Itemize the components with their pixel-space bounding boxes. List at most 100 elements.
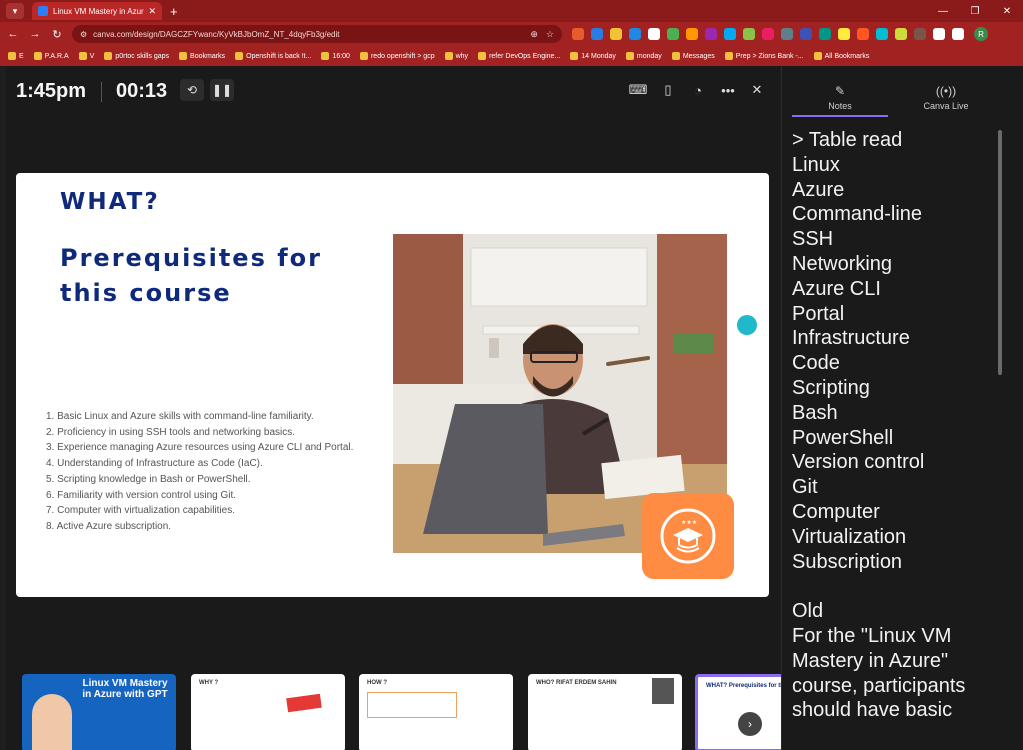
bookmark-item[interactable]: Bookmarks xyxy=(179,52,225,60)
keyboard-icon[interactable]: ⌨ xyxy=(626,79,650,101)
extension-icon[interactable] xyxy=(895,28,907,40)
bookmark-item[interactable]: p0rtoc skills gaps xyxy=(104,52,169,60)
more-options-icon[interactable]: ••• xyxy=(716,79,740,101)
list-item: 2. Proficiency in using SSH tools and ne… xyxy=(46,426,296,438)
broadcast-icon: ((•)) xyxy=(935,84,957,98)
fail-stamp xyxy=(286,693,322,713)
timer-icon[interactable]: ◔ xyxy=(686,79,710,101)
notes-panel: ✎ Notes ((•)) Canva Live > Table read Li… xyxy=(781,66,1023,750)
bookmark-star-icon[interactable]: ☆ xyxy=(546,29,554,40)
tab-notes-label: Notes xyxy=(828,101,852,111)
bookmark-item[interactable]: P.A.R.A xyxy=(33,52,69,60)
close-window-icon[interactable]: ✕ xyxy=(991,0,1023,22)
extension-icon[interactable] xyxy=(781,28,793,40)
reset-timer-button[interactable]: ⟲ xyxy=(180,79,204,101)
extension-icon[interactable] xyxy=(724,28,736,40)
new-tab-button[interactable]: + xyxy=(170,4,178,19)
extension-icon[interactable] xyxy=(800,28,812,40)
bookmark-item[interactable]: 16:00 xyxy=(321,52,350,60)
thumbnail-slide-1[interactable]: Linux VM Mastery in Azure with GPT xyxy=(22,674,176,750)
active-tab-indicator xyxy=(792,115,888,117)
divider xyxy=(101,82,102,102)
bookmark-item[interactable]: refer DevOps Engine... xyxy=(478,52,560,60)
extension-icon[interactable] xyxy=(572,28,584,40)
list-item: 8. Active Azure subscription. xyxy=(46,520,172,532)
extension-icon[interactable] xyxy=(629,28,641,40)
bookmark-item[interactable]: Messages xyxy=(671,52,715,60)
presenter-photo xyxy=(32,694,72,750)
notes-icon: ✎ xyxy=(834,84,846,98)
profile-photo xyxy=(652,678,674,704)
browser-tabstrip: ▾ Linux VM Mastery in Azure with ✕ + — ❐… xyxy=(0,0,1023,22)
next-slide-icon[interactable]: › xyxy=(738,712,762,736)
bookmark-item[interactable]: V xyxy=(78,52,94,60)
browser-tab[interactable]: Linux VM Mastery in Azure with ✕ xyxy=(32,2,162,20)
reload-icon[interactable]: ↻ xyxy=(48,28,66,41)
extension-icon[interactable] xyxy=(667,28,679,40)
remote-icon[interactable]: ▯ xyxy=(656,79,680,101)
extension-icon[interactable] xyxy=(857,28,869,40)
bookmarks-bar: E P.A.R.A V p0rtoc skills gaps Bookmarks… xyxy=(0,46,1023,66)
close-tab-icon[interactable]: ✕ xyxy=(148,6,156,17)
thumbnail-slide-3[interactable]: HOW ? xyxy=(359,674,513,750)
minimize-icon[interactable]: — xyxy=(927,0,959,22)
bookmark-item[interactable]: redo openshift > gcp xyxy=(359,52,435,60)
speaker-notes[interactable]: > Table read Linux Azure Command-line SS… xyxy=(792,128,1012,724)
extension-icon[interactable] xyxy=(648,28,660,40)
tab-search-button[interactable]: ▾ xyxy=(6,3,24,19)
profile-avatar[interactable]: R xyxy=(974,27,988,41)
screen: ▾ Linux VM Mastery in Azure with ✕ + — ❐… xyxy=(0,0,1023,750)
extension-icon[interactable] xyxy=(876,28,888,40)
bookmark-item[interactable]: Prep > Zions Bank -... xyxy=(724,52,804,60)
extension-icon[interactable] xyxy=(743,28,755,40)
thumbnail-title: WHO? RIFAT ERDEM SAHIN xyxy=(536,680,617,686)
thumbnail-slide-4[interactable]: WHO? RIFAT ERDEM SAHIN xyxy=(528,674,682,750)
current-slide: WHAT? Prerequisites for this course 1. B… xyxy=(16,173,769,597)
zoom-icon[interactable]: ⊕ xyxy=(530,29,538,40)
extension-icon[interactable] xyxy=(819,28,831,40)
address-bar[interactable]: ⚙ canva.com/design/DAGCZFYwanc/KyVkBJbOm… xyxy=(72,25,562,43)
tab-notes[interactable]: ✎ Notes xyxy=(792,84,888,111)
elapsed-timer: 00:13 xyxy=(116,80,168,102)
bookmark-item[interactable]: monday xyxy=(625,52,662,60)
all-bookmarks[interactable]: All Bookmarks xyxy=(813,52,869,60)
bookmark-item[interactable]: E xyxy=(8,52,24,60)
extension-icon[interactable] xyxy=(686,28,698,40)
tab-live-label: Canva Live xyxy=(923,101,969,111)
close-icon[interactable]: ✕ xyxy=(745,79,769,101)
extension-icon[interactable] xyxy=(914,28,926,40)
svg-text:★★★: ★★★ xyxy=(681,519,697,526)
window-controls: — ❐ ✕ xyxy=(927,0,1023,22)
forward-icon[interactable]: → xyxy=(26,28,44,40)
bookmark-item[interactable]: 14 Monday xyxy=(570,52,616,60)
back-icon[interactable]: ← xyxy=(4,28,22,40)
restore-icon[interactable]: ❐ xyxy=(959,0,991,22)
graduation-badge: ★★★ xyxy=(642,493,734,579)
thumbnail-title: HOW ? xyxy=(367,680,387,686)
bookmark-item[interactable]: why xyxy=(444,52,468,60)
list-item: 6. Familiarity with version control usin… xyxy=(46,489,237,501)
bookmark-item[interactable]: Openshift is back !t... xyxy=(235,52,311,60)
slide-thumbnails: Linux VM Mastery in Azure with GPT WHY ?… xyxy=(6,672,849,750)
extension-icon[interactable] xyxy=(762,28,774,40)
list-item: 1. Basic Linux and Azure skills with com… xyxy=(46,411,314,422)
slide-subheading: Prerequisites for this course xyxy=(60,244,322,307)
download-icon[interactable] xyxy=(952,28,964,40)
notes-scrollbar[interactable] xyxy=(998,130,1002,375)
url-text: canva.com/design/DAGCZFYwanc/KyVkBJbOmZ_… xyxy=(93,29,340,39)
tab-canva-live[interactable]: ((•)) Canva Live xyxy=(898,84,994,111)
slide-heading: WHAT? xyxy=(60,189,160,215)
extension-icon[interactable] xyxy=(591,28,603,40)
thumbnail-slide-2[interactable]: WHY ? xyxy=(191,674,345,750)
list-item: 3. Experience managing Azure resources u… xyxy=(46,442,354,454)
tab-title: Linux VM Mastery in Azure with xyxy=(53,6,144,16)
list-item: 4. Understanding of Infrastructure as Co… xyxy=(46,458,263,470)
extension-icon[interactable] xyxy=(705,28,717,40)
pause-timer-button[interactable]: ❚❚ xyxy=(210,79,234,101)
presenter-view: 1:45pm 00:13 ⟲ ❚❚ ⌨ ▯ ◔ ••• ✕ WHAT? Prer… xyxy=(6,66,849,750)
extensions-puzzle-icon[interactable] xyxy=(933,28,945,40)
site-info-icon[interactable]: ⚙ xyxy=(80,30,87,39)
extension-icon[interactable] xyxy=(838,28,850,40)
extension-icon[interactable] xyxy=(610,28,622,40)
prerequisites-list: 1. Basic Linux and Azure skills with com… xyxy=(46,409,396,535)
